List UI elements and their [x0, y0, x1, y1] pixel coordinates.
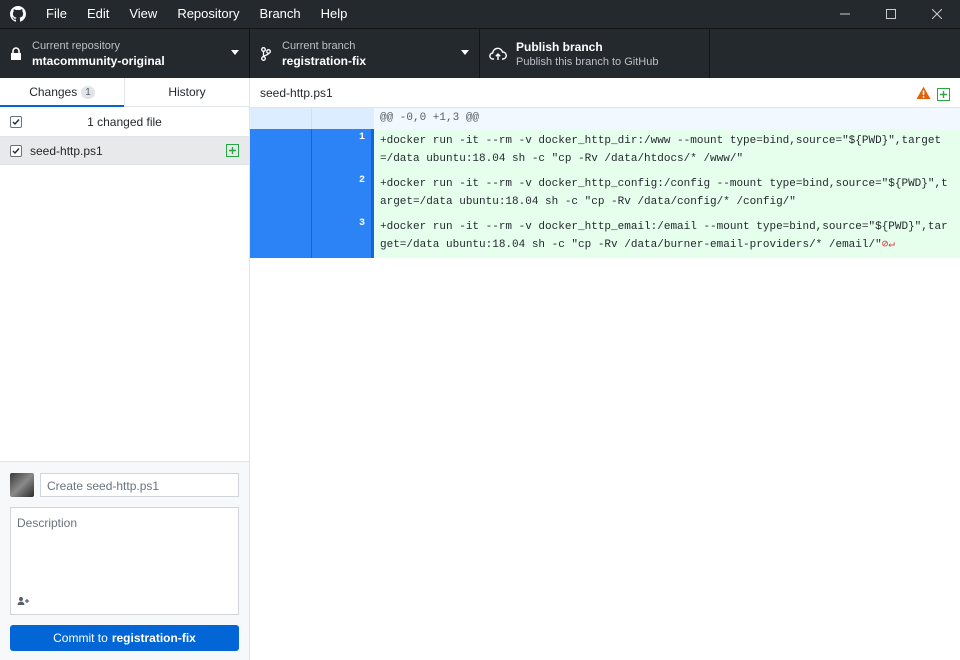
warning-icon	[916, 86, 931, 103]
diff-line-code: +docker run -it --rm -v docker_http_emai…	[380, 221, 948, 251]
file-checkbox[interactable]	[10, 145, 22, 157]
menu-edit[interactable]: Edit	[77, 0, 119, 28]
maximize-icon[interactable]	[868, 0, 914, 28]
commit-description-input[interactable]: Description	[10, 507, 239, 615]
commit-button-branch: registration-fix	[111, 631, 196, 645]
changes-count-badge: 1	[81, 85, 95, 99]
publish-subtitle: Publish this branch to GitHub	[516, 55, 659, 68]
line-number: 3	[312, 215, 374, 258]
menu-branch[interactable]: Branch	[249, 0, 310, 28]
file-added-icon	[937, 88, 950, 101]
diff-line-text: +docker run -it --rm -v docker_http_dir:…	[374, 129, 960, 172]
line-number: 2	[312, 172, 374, 215]
avatar	[10, 473, 34, 497]
diff-line-text: +docker run -it --rm -v docker_http_emai…	[374, 215, 960, 258]
sidebar-tabs: Changes 1 History	[0, 78, 249, 107]
branch-name: registration-fix	[282, 53, 367, 68]
diff-line[interactable]: 2 +docker run -it --rm -v docker_http_co…	[250, 172, 960, 215]
publish-branch-button[interactable]: Publish branch Publish this branch to Gi…	[480, 29, 710, 78]
current-repository-button[interactable]: Current repository mtacommunity-original	[0, 29, 250, 78]
repo-label: Current repository	[32, 39, 121, 52]
branch-icon	[250, 46, 282, 61]
hunk-header-row: @@ -0,0 +1,3 @@	[250, 108, 960, 129]
menu-help[interactable]: Help	[311, 0, 358, 28]
description-placeholder: Description	[17, 516, 78, 530]
menu-repository[interactable]: Repository	[167, 0, 249, 28]
chevron-down-icon	[461, 50, 469, 55]
tab-changes-label: Changes	[29, 85, 78, 99]
commit-button-prefix: Commit to	[53, 631, 108, 645]
chevron-down-icon	[231, 50, 239, 55]
add-coauthor-icon[interactable]	[17, 596, 29, 608]
tab-changes[interactable]: Changes 1	[0, 78, 125, 107]
changed-files-count: 1 changed file	[87, 114, 162, 129]
line-number: 1	[312, 129, 374, 172]
close-icon[interactable]	[914, 0, 960, 28]
changes-header: 1 changed file	[0, 107, 249, 137]
changed-file-row[interactable]: seed-http.ps1	[0, 137, 249, 165]
no-newline-icon: ⊘↵	[881, 239, 895, 251]
diff-pane: seed-http.ps1 @@ -0,0 +1,3 @@ 1 +docker …	[250, 78, 960, 660]
branch-label: Current branch	[282, 39, 356, 52]
commit-button[interactable]: Commit to registration-fix	[10, 625, 239, 651]
select-all-checkbox[interactable]	[10, 116, 22, 128]
title-bar: File Edit View Repository Branch Help	[0, 0, 960, 28]
file-name: seed-http.ps1	[30, 144, 103, 158]
diff-line-text: +docker run -it --rm -v docker_http_conf…	[374, 172, 960, 215]
commit-panel: Create seed-http.ps1 Description Commit …	[0, 461, 249, 660]
diff-header: seed-http.ps1	[250, 78, 960, 108]
file-added-icon	[226, 144, 239, 157]
lock-icon	[0, 46, 32, 61]
repo-name: mtacommunity-original	[32, 53, 165, 68]
github-logo-icon	[0, 0, 36, 28]
tab-history[interactable]: History	[125, 78, 249, 106]
publish-title: Publish branch	[516, 39, 603, 54]
toolbar: Current repository mtacommunity-original…	[0, 28, 960, 78]
current-branch-button[interactable]: Current branch registration-fix	[250, 29, 480, 78]
commit-summary-input[interactable]: Create seed-http.ps1	[40, 473, 239, 497]
hunk-header: @@ -0,0 +1,3 @@	[374, 108, 960, 129]
minimize-icon[interactable]	[822, 0, 868, 28]
window-controls	[822, 0, 960, 28]
diff-file-name: seed-http.ps1	[260, 85, 333, 100]
cloud-upload-icon	[480, 47, 516, 61]
menu-view[interactable]: View	[119, 0, 167, 28]
menu-bar: File Edit View Repository Branch Help	[36, 0, 357, 28]
tab-history-label: History	[168, 85, 206, 99]
diff-line[interactable]: 1 +docker run -it --rm -v docker_http_di…	[250, 129, 960, 172]
menu-file[interactable]: File	[36, 0, 77, 28]
sidebar: Changes 1 History 1 changed file seed-ht…	[0, 78, 250, 660]
diff-body: @@ -0,0 +1,3 @@ 1 +docker run -it --rm -…	[250, 108, 960, 258]
diff-line[interactable]: 3 +docker run -it --rm -v docker_http_em…	[250, 215, 960, 258]
